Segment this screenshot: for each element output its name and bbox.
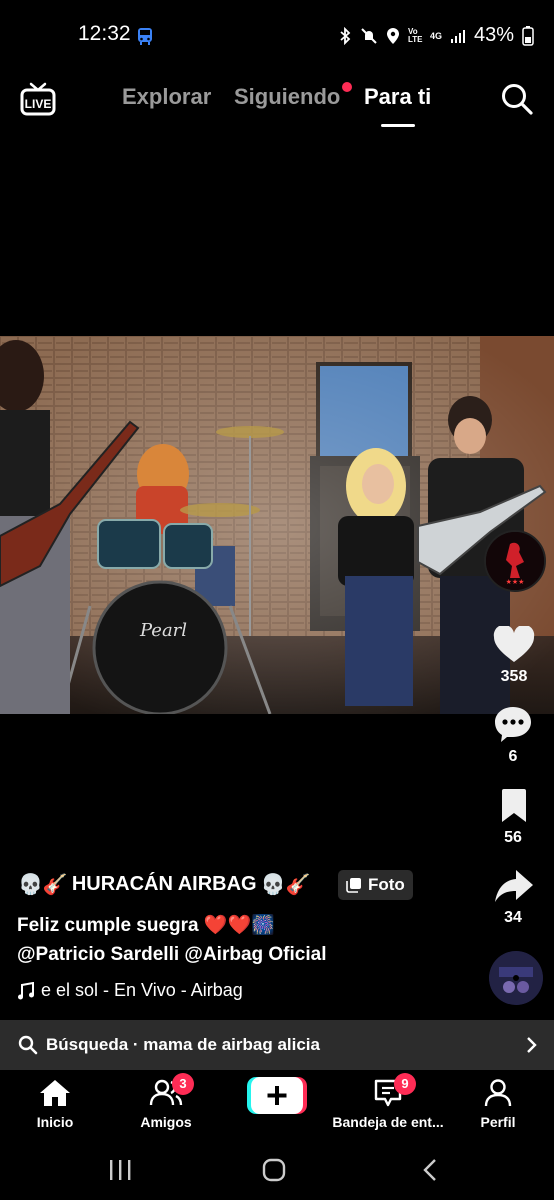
volte-label: Vo LTE [407,26,423,44]
tab-explorar[interactable]: Explorar [122,84,211,110]
music-note-icon [18,981,34,999]
search-small-icon [18,1035,38,1055]
title-text: HURACÁN AIRBAG [71,873,257,895]
music-disc-image [489,951,543,1005]
network-label: 4G [429,30,442,41]
comment-button[interactable] [493,705,533,743]
bus-icon [138,28,152,45]
active-tab-indicator [381,124,415,127]
home-system-button[interactable] [262,1158,286,1182]
create-button[interactable] [247,1070,307,1138]
battery-icon [522,25,534,46]
music-track-label: e el sol - En Vivo - Airbag [41,980,243,1000]
related-search-text: Búsqueda · mama de airbag alicia [46,1035,320,1054]
status-icons: Vo LTE 4G 43% [338,24,534,47]
search-icon [502,84,533,115]
nav-inicio[interactable]: Inicio [20,1070,90,1138]
band-photo-image: Pearl [0,336,554,714]
bookmark-icon [502,789,526,822]
post-photo[interactable]: Pearl [0,336,554,714]
live-icon: LIVE [20,82,56,116]
caption-text: Feliz cumple suegra ❤️❤️🎆 [17,915,275,936]
related-search-banner[interactable]: Búsqueda · mama de airbag alicia [0,1020,554,1070]
plus-icon [247,1077,307,1114]
recent-apps-button[interactable] [108,1160,132,1180]
notification-dot [342,82,352,92]
share-button[interactable] [494,868,534,904]
photo-stack-icon [346,878,361,893]
music-track[interactable]: e el sol - En Vivo - Airbag [17,980,243,1001]
search-button[interactable] [500,82,534,116]
mute-icon [361,27,377,44]
comment-icon [495,707,531,742]
like-count: 358 [500,668,528,685]
live-button[interactable]: LIVE [20,82,56,116]
system-nav-bar [0,1138,554,1200]
location-icon [386,27,399,44]
amigos-badge: 3 [172,1073,194,1095]
chevron-right-icon [527,1037,537,1053]
nav-perfil-label: Perfil [480,1114,516,1130]
home-icon [40,1080,70,1106]
bandeja-badge: 9 [394,1073,416,1095]
bluetooth-icon [340,26,351,45]
like-button[interactable] [493,624,535,664]
creator-avatar[interactable]: ★★★ [484,530,546,592]
nav-amigos[interactable]: Amigos 3 [131,1070,201,1138]
caption-title[interactable]: 💀🎸 HURACÁN AIRBAG 💀🎸 [18,872,310,897]
heart-icon [493,624,535,662]
bookmark-count: 56 [504,829,522,846]
nav-bandeja[interactable]: Bandeja de ent... 9 [330,1070,446,1138]
bookmark-button[interactable] [499,788,529,824]
battery-percent: 43% [473,24,514,46]
back-button[interactable] [422,1158,438,1182]
share-count: 34 [504,909,522,926]
signal-icon [450,29,465,43]
avatar-image: ★★★ [486,532,544,590]
nav-perfil[interactable]: Perfil [468,1070,528,1138]
music-disc[interactable] [489,951,543,1005]
comment-count: 6 [508,748,518,765]
nav-inicio-label: Inicio [36,1114,74,1130]
caption-mentions[interactable]: @Patricio Sardelli @Airbag Oficial [17,944,326,966]
tab-para-ti[interactable]: Para ti [364,84,431,110]
bottom-nav: Inicio Amigos 3 Bandeja de ent... 9 Perf… [0,1070,554,1138]
live-label: LIVE [25,97,52,111]
nav-bandeja-label: Bandeja de ent... [332,1114,444,1130]
title-emoji-suffix: 💀🎸 [260,874,311,896]
photo-badge: Foto [338,870,413,900]
share-icon [495,870,533,902]
status-time: 12:32 [78,22,131,45]
profile-icon [484,1079,512,1107]
svg-text:★★★: ★★★ [506,578,525,586]
photo-badge-label: Foto [368,875,405,894]
drum-brand-label: Pearl [139,620,187,641]
title-emoji-prefix: 💀🎸 [18,874,68,896]
nav-amigos-label: Amigos [140,1114,192,1130]
tab-siguiendo[interactable]: Siguiendo [234,84,340,110]
